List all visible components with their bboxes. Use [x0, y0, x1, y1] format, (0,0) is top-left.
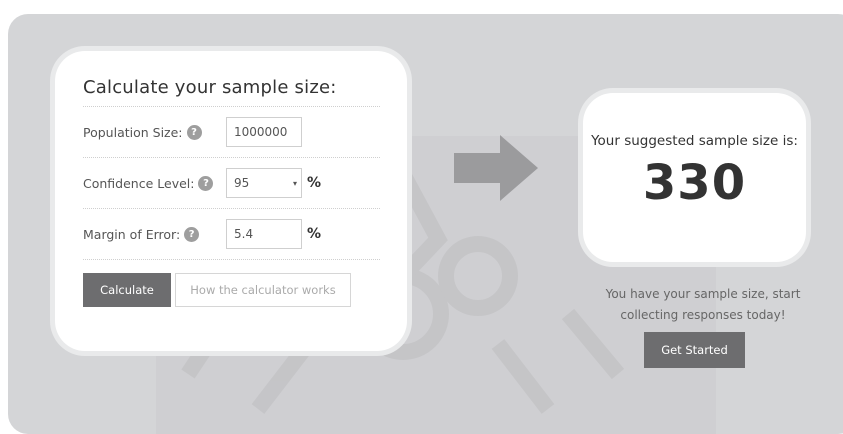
calculator-card: Calculate your sample size: Population S…	[55, 51, 407, 351]
sample-size-value: 330	[642, 155, 747, 211]
help-icon[interactable]: ?	[184, 226, 200, 242]
population-label: Population Size:	[83, 124, 183, 140]
population-label-group: Population Size: ?	[83, 124, 226, 140]
result-card: Your suggested sample size is: 330	[583, 93, 806, 262]
help-icon[interactable]: ?	[198, 175, 214, 191]
population-input[interactable]: 1000000	[226, 117, 302, 147]
calculate-button[interactable]: Calculate	[83, 273, 171, 307]
result-label: Your suggested sample size is:	[591, 133, 798, 149]
margin-label-group: Margin of Error: ?	[83, 226, 226, 242]
help-icon[interactable]: ?	[186, 124, 202, 140]
confidence-select[interactable]: 95 ▾	[226, 168, 302, 198]
margin-row: Margin of Error: ? 5.4 %	[83, 209, 380, 260]
main-panel: Calculate your sample size: Population S…	[8, 14, 843, 434]
get-started-button[interactable]: Get Started	[644, 332, 745, 368]
margin-input[interactable]: 5.4	[226, 219, 302, 249]
dropdown-arrow-icon: ▾	[292, 179, 297, 188]
population-row: Population Size: ? 1000000	[83, 107, 380, 158]
how-it-works-button[interactable]: How the calculator works	[175, 273, 351, 307]
margin-unit: %	[307, 226, 322, 242]
confidence-label: Confidence Level:	[83, 175, 195, 191]
confidence-label-group: Confidence Level: ?	[83, 175, 226, 191]
confidence-row: Confidence Level: ? 95 ▾ %	[83, 158, 380, 209]
confidence-unit: %	[307, 175, 322, 191]
calculator-actions: Calculate How the calculator works	[83, 273, 380, 307]
confidence-value: 95	[234, 176, 250, 190]
arrow-right-icon	[454, 135, 538, 201]
calculator-title: Calculate your sample size:	[83, 77, 380, 107]
margin-label: Margin of Error:	[83, 226, 181, 242]
cta-text: You have your sample size, start collect…	[605, 287, 801, 322]
